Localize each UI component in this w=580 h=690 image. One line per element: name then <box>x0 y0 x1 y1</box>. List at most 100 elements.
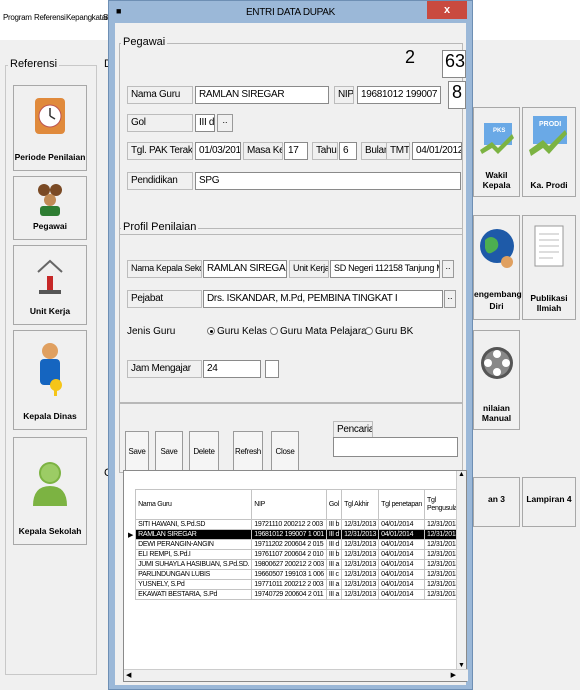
vertical-scrollbar[interactable]: ▲ ▼ <box>456 471 466 669</box>
row-indicator[interactable]: ▶ <box>126 529 136 540</box>
pegawai-button[interactable]: Pegawai <box>13 176 87 240</box>
masa-kerja-label: Masa Kerja <box>243 142 283 160</box>
globe-icon <box>477 226 517 274</box>
row-indicator[interactable] <box>126 569 136 580</box>
scroll-up-icon[interactable]: ▲ <box>458 471 465 478</box>
penilaian-manual-button[interactable]: nilaian Manual <box>473 330 520 430</box>
wakil-kepala-button[interactable]: PKS Wakil Kepala <box>473 107 520 197</box>
big-number-2: 63 <box>442 50 466 78</box>
close-button[interactable]: x <box>427 1 467 19</box>
table-cell: 04/01/2014 <box>378 569 425 580</box>
kepala-sekolah-button[interactable]: Kepala Sekolah <box>13 437 87 545</box>
nip-field[interactable]: 19681012 199007 1 001 <box>357 86 441 104</box>
row-indicator[interactable] <box>126 579 136 590</box>
scroll-left-icon[interactable]: ◀ <box>126 671 131 679</box>
col-nama-guru[interactable]: Nama Guru <box>135 489 253 520</box>
radio-unchecked-icon <box>270 327 278 336</box>
unit-kerja-field[interactable]: SD Negeri 112158 Tanjung Medan <box>330 260 440 278</box>
table-cell: 12/31/2013 <box>341 539 380 550</box>
col-tgl-akhir[interactable]: Tgl Akhir <box>341 489 380 520</box>
radio-guru-bk[interactable]: Guru BK <box>365 326 413 337</box>
table-cell: 04/01/2014 <box>378 589 425 600</box>
gol-lookup-button[interactable]: .. <box>217 114 233 132</box>
ka-prodi-button[interactable]: PRODI Ka. Prodi <box>522 107 576 197</box>
save-button[interactable]: Save <box>155 431 183 471</box>
tgl-pak-field[interactable]: 01/03/2013 <box>195 142 241 160</box>
pengembangan-diri-button[interactable]: engembangan Diri <box>473 215 532 320</box>
row-indicator-header <box>126 490 136 520</box>
pendidikan-field[interactable]: SPG <box>195 172 461 190</box>
table-row[interactable]: SITI HAWANI, S.Pd.SD 19721110 200212 2 00… <box>126 519 464 530</box>
table-row[interactable]: PARLINDUNGAN LUBIS 19660507 199103 1 006 I… <box>126 569 464 580</box>
publikasi-ilmiah-button[interactable]: Publikasi Ilmiah <box>522 215 576 320</box>
gol-label: Gol <box>127 114 193 132</box>
col-nip[interactable]: NIP <box>251 489 327 520</box>
table-cell: 12/31/2013 <box>341 569 380 580</box>
menu-referensi[interactable]: Referensi <box>34 13 66 22</box>
horizontal-scrollbar[interactable]: ◀ ▶ <box>124 669 468 681</box>
tahun-label: Tahun <box>312 142 338 160</box>
ka-prodi-label: Ka. Prodi <box>530 180 568 190</box>
col-tgl-penetapan[interactable]: Tgl penetapan <box>378 489 425 520</box>
guru-grid[interactable]: Nama Guru NIP Gol Tgl Akhir Tgl penetapa… <box>123 470 468 682</box>
table-cell: III c <box>325 569 343 580</box>
row-indicator[interactable] <box>126 539 136 550</box>
table-cell: 12/31/2013 <box>341 559 380 570</box>
tahun-field[interactable]: 6 <box>339 142 357 160</box>
house-icon <box>35 258 65 300</box>
masa-kerja-field[interactable]: 17 <box>284 142 308 160</box>
lampiran-3-button[interactable]: an 3 <box>473 477 520 527</box>
table-row[interactable]: EKAWATI BESTARIA, S.Pd 19740729 200604 2 … <box>126 589 464 600</box>
jam-extra-field[interactable] <box>265 360 279 378</box>
table-row[interactable]: ELI REMPI, S.Pd.I 19761107 200604 2 010 II… <box>126 549 464 560</box>
person-key-icon <box>32 341 68 399</box>
unit-kerja-label: Unit Kerja <box>29 306 71 316</box>
table-cell: JUMI SUHAYLA HASIBUAN, S.Pd.SD. <box>135 559 253 570</box>
kepala-dinas-button[interactable]: Kepala Dinas <box>13 330 87 430</box>
unit-kerja-lookup-button[interactable]: .. <box>442 260 454 278</box>
scroll-down-icon[interactable]: ▼ <box>458 662 465 669</box>
pejabat-field[interactable]: Drs. ISKANDAR, M.Pd, PEMBINA TINGKAT I <box>203 290 443 308</box>
gol-field[interactable]: III d <box>195 114 215 132</box>
save-as-button[interactable]: Save As <box>125 431 149 496</box>
table-cell: 04/01/2014 <box>378 559 425 570</box>
jam-mengajar-field[interactable]: 24 <box>203 360 261 378</box>
kepsek-field[interactable]: RAMLAN SIREGAR <box>203 260 287 278</box>
table-cell: 04/01/2014 <box>378 579 425 590</box>
radio-guru-mapel[interactable]: Guru Mata Pelajaran <box>270 326 372 337</box>
document-icon <box>531 224 567 276</box>
row-indicator[interactable] <box>126 589 136 600</box>
unit-kerja-button[interactable]: Unit Kerja <box>13 245 87 325</box>
table-row[interactable]: JUMI SUHAYLA HASIBUAN, S.Pd.SD. 19800627 … <box>126 559 464 570</box>
table-cell: 12/31/2013 <box>341 519 380 530</box>
table-cell: 19721110 200212 2 003 <box>251 519 327 530</box>
tgl-pak-label: Tgl. PAK Terakhir <box>127 142 193 160</box>
pencarian-field[interactable] <box>333 437 458 457</box>
table-row[interactable]: ▶ RAMLAN SIREGAR 19681012 199007 1 001 III … <box>126 529 464 540</box>
table-row[interactable]: DEWI PERANGIN-ANGIN 19711202 200604 2 015… <box>126 539 464 550</box>
table-row[interactable]: YUSNELY, S.Pd 19771011 200212 2 003 III a1… <box>126 579 464 590</box>
row-indicator[interactable] <box>126 559 136 570</box>
pejabat-label: Pejabat <box>127 290 202 308</box>
table-cell: SITI HAWANI, S.Pd.SD <box>135 519 253 530</box>
row-indicator[interactable] <box>126 519 136 530</box>
nama-guru-field[interactable]: RAMLAN SIREGAR <box>195 86 329 104</box>
table-cell: 19711202 200604 2 015 <box>251 539 327 550</box>
entri-data-dupak-dialog: ■ ENTRI DATA DUPAK x Pegawai 2 63 8 Nama… <box>108 0 473 690</box>
radio-guru-kelas[interactable]: Guru Kelas <box>207 326 267 337</box>
col-gol[interactable]: Gol <box>325 489 343 520</box>
periode-penilaian-button[interactable]: Periode Penilaian <box>13 85 87 171</box>
refresh-button[interactable]: Refresh <box>233 431 263 471</box>
delete-button[interactable]: Delete <box>189 431 219 471</box>
table-cell: 04/01/2014 <box>378 519 425 530</box>
lampiran-4-button[interactable]: Lampiran 4 <box>522 477 576 527</box>
table-cell: 19681012 199007 1 001 <box>251 529 327 540</box>
row-indicator[interactable] <box>126 549 136 560</box>
table-cell: 04/01/2014 <box>378 539 425 550</box>
menu-program[interactable]: Program <box>3 13 32 22</box>
close-dialog-button[interactable]: Close <box>271 431 299 471</box>
tmt-field[interactable]: 04/01/2012 <box>412 142 462 160</box>
scroll-right-icon[interactable]: ▶ <box>451 671 456 679</box>
pejabat-lookup-button[interactable]: .. <box>444 290 456 308</box>
unit-kerja-field-label: Unit Kerja <box>289 260 329 278</box>
